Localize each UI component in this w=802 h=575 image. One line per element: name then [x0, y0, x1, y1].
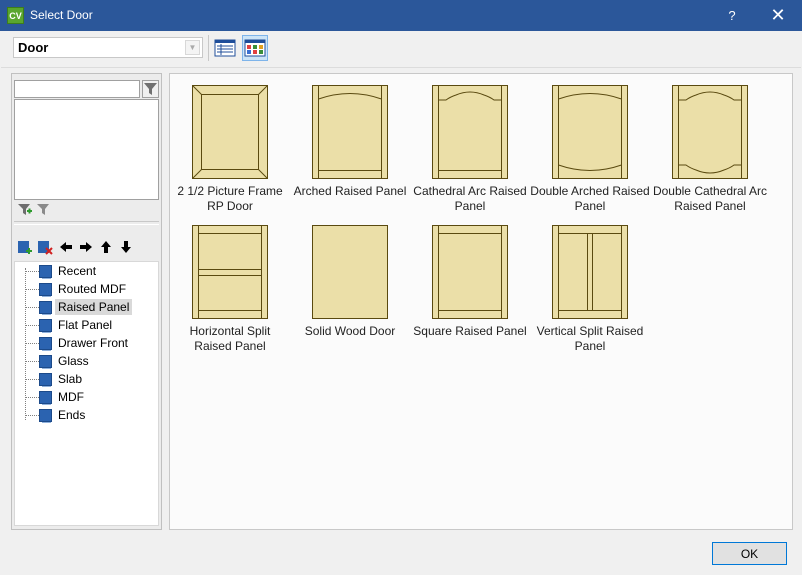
filter-list[interactable] — [14, 99, 159, 200]
tree-item-label: Glass — [58, 354, 89, 368]
door-type-select[interactable]: Door ▼ — [13, 37, 203, 58]
double-arched-door-icon — [552, 85, 628, 179]
picture-frame-door-icon — [192, 85, 268, 179]
arched-door-icon — [312, 85, 388, 179]
tree-item-routed-mdf[interactable]: Routed MDF — [25, 280, 160, 298]
ok-button[interactable]: OK — [712, 542, 787, 565]
add-filter-icon[interactable] — [18, 204, 32, 216]
cathedral-door-icon — [432, 85, 508, 179]
add-folder-icon[interactable] — [17, 239, 33, 255]
door-item-horizontal-split[interactable]: Horizontal Split Raised Panel — [170, 220, 290, 360]
funnel-icon — [142, 80, 159, 98]
door-item-cathedral[interactable]: Cathedral Arc Raised Panel — [410, 80, 530, 220]
tree-item-mdf[interactable]: MDF — [25, 388, 160, 406]
door-label: Square Raised Panel — [413, 324, 527, 338]
door-item-double-arched[interactable]: Double Arched Raised Panel — [530, 80, 650, 220]
tree-item-label: Routed MDF — [58, 282, 127, 296]
window-title: Select Door — [30, 8, 93, 22]
tree-toolbar — [14, 239, 159, 257]
list-view-icon — [214, 39, 236, 57]
tree-item-label: Raised Panel — [55, 299, 133, 315]
delete-folder-icon[interactable] — [37, 239, 53, 255]
door-gallery: 2 1/2 Picture Frame RP Door Arched Raise… — [169, 73, 793, 530]
remove-filter-icon[interactable] — [37, 204, 51, 216]
folder-icon — [39, 301, 52, 315]
square-door-icon — [432, 225, 508, 319]
door-label: Double Arched Raised Panel — [530, 184, 650, 213]
category-tree: Recent Routed MDF Raised Panel Flat Pane… — [14, 261, 159, 526]
arrow-up-icon[interactable] — [98, 239, 114, 255]
thumbnail-view-button[interactable] — [242, 35, 268, 61]
tree-item-drawer-front[interactable]: Drawer Front — [25, 334, 160, 352]
dialog-content: Recent Routed MDF Raised Panel Flat Pane… — [1, 67, 801, 537]
arrow-right-icon[interactable] — [78, 239, 94, 255]
tree-item-raised-panel[interactable]: Raised Panel — [25, 298, 160, 316]
tree-item-glass[interactable]: Glass — [25, 352, 160, 370]
door-label: Cathedral Arc Raised Panel — [413, 184, 527, 213]
door-label: Vertical Split Raised Panel — [536, 324, 644, 353]
tree-item-recent[interactable]: Recent — [25, 262, 160, 280]
door-label: 2 1/2 Picture Frame RP Door — [177, 184, 283, 213]
toolbar-separator — [208, 35, 209, 61]
folder-icon — [39, 283, 52, 297]
door-item-double-cathedral[interactable]: Double Cathedral Arc Raised Panel — [650, 80, 770, 220]
filter-button[interactable] — [142, 80, 159, 98]
title-bar: CV Select Door ? ✕ — [0, 0, 802, 31]
filter-search-input[interactable] — [14, 80, 140, 98]
door-label: Horizontal Split Raised Panel — [189, 324, 271, 353]
arrow-down-icon[interactable] — [118, 239, 134, 255]
thumbnail-view-icon — [244, 39, 266, 57]
folder-icon — [39, 391, 52, 405]
folder-icon — [39, 355, 52, 369]
folder-icon — [39, 265, 52, 279]
door-item-square[interactable]: Square Raised Panel — [410, 220, 530, 360]
door-item-picture-frame[interactable]: 2 1/2 Picture Frame RP Door — [170, 80, 290, 220]
tree-item-label: Ends — [58, 408, 86, 422]
tree-item-slab[interactable]: Slab — [25, 370, 160, 388]
door-label: Arched Raised Panel — [293, 184, 407, 198]
tree-item-label: MDF — [58, 390, 84, 404]
panel-divider[interactable] — [14, 221, 159, 225]
chevron-down-icon[interactable]: ▼ — [185, 40, 200, 55]
door-label: Solid Wood Door — [304, 324, 396, 338]
tree-item-label: Drawer Front — [58, 336, 129, 350]
tree-item-label: Flat Panel — [58, 318, 113, 332]
left-panel: Recent Routed MDF Raised Panel Flat Pane… — [11, 73, 162, 530]
tree-item-flat-panel[interactable]: Flat Panel — [25, 316, 160, 334]
double-cathedral-door-icon — [672, 85, 748, 179]
folder-icon — [39, 409, 52, 423]
door-label: Double Cathedral Arc Raised Panel — [652, 184, 768, 213]
door-type-value: Door — [18, 40, 49, 55]
door-item-arched[interactable]: Arched Raised Panel — [290, 80, 410, 220]
solid-wood-door-icon — [312, 225, 388, 319]
arrow-left-icon[interactable] — [58, 239, 74, 255]
toolbar: Door ▼ — [1, 31, 801, 67]
tree-item-ends[interactable]: Ends — [25, 406, 160, 424]
door-item-solid-wood[interactable]: Solid Wood Door — [290, 220, 410, 360]
vertical-split-door-icon — [552, 225, 628, 319]
folder-icon — [39, 319, 52, 333]
folder-icon — [39, 337, 52, 351]
tree-item-label: Slab — [58, 372, 83, 386]
app-logo-icon: CV — [7, 7, 24, 24]
door-item-vertical-split[interactable]: Vertical Split Raised Panel — [530, 220, 650, 360]
horizontal-split-door-icon — [192, 225, 268, 319]
help-button[interactable]: ? — [709, 0, 755, 31]
tree-item-label: Recent — [58, 264, 97, 278]
list-view-button[interactable] — [212, 35, 238, 61]
close-button[interactable]: ✕ — [755, 0, 801, 31]
folder-icon — [39, 373, 52, 387]
